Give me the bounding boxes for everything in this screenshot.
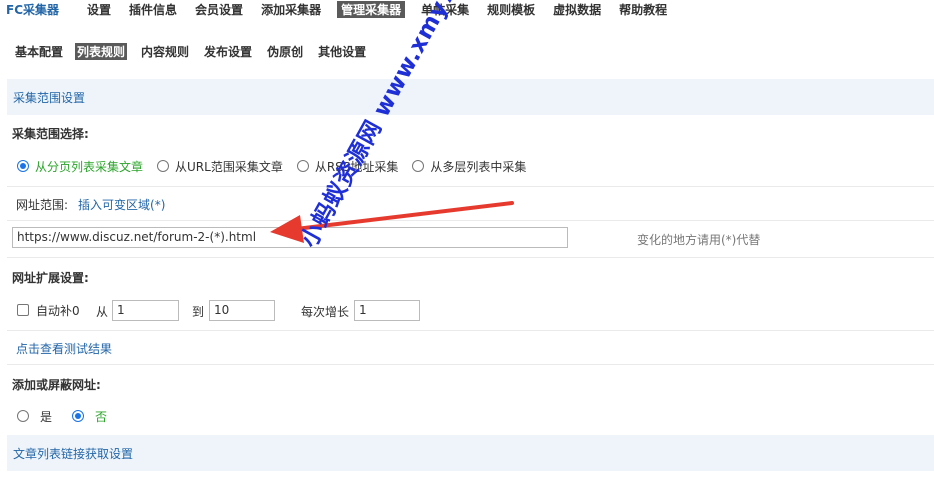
divider	[7, 186, 934, 187]
radio-no[interactable]	[72, 410, 85, 422]
to-label: 到	[192, 305, 205, 319]
url-range-input[interactable]: https://www.discuz.net/forum-2-(*).html	[12, 227, 568, 248]
step-input[interactable]: 1	[354, 300, 420, 321]
autofill-checkbox[interactable]	[17, 304, 29, 316]
scope-section-header: 采集范围设置	[7, 79, 934, 115]
nav-help[interactable]: 帮助教程	[617, 1, 669, 18]
add-block-label: 添加或屏蔽网址:	[12, 378, 101, 392]
divider	[7, 220, 934, 221]
nav-rule-templates[interactable]: 规则模板	[485, 1, 537, 18]
radio-multi-list-label: 从多层列表中采集	[430, 159, 527, 174]
radio-paged-list-label: 从分页列表采集文章	[35, 159, 144, 174]
autofill-row: 自动补0	[17, 302, 80, 318]
nav-plugin-info[interactable]: 插件信息	[127, 1, 179, 18]
radio-yes-label: 是	[40, 409, 53, 424]
url-extend-label: 网址扩展设置:	[12, 271, 89, 285]
divider	[7, 257, 934, 258]
nav-member-settings[interactable]: 会员设置	[193, 1, 245, 18]
nav-virtual-data[interactable]: 虚拟数据	[551, 1, 603, 18]
test-link-row: 点击查看测试结果	[16, 340, 112, 356]
radio-url-range[interactable]	[157, 160, 170, 172]
from-input[interactable]: 1	[112, 300, 179, 321]
scope-select-label: 采集范围选择:	[12, 127, 89, 141]
divider	[7, 364, 934, 365]
nav-manage-collector[interactable]: 管理采集器	[337, 0, 406, 18]
add-block-radio-group: 是 否	[17, 408, 121, 424]
url-range-hint: 变化的地方请用(*)代替	[637, 233, 761, 247]
to-input[interactable]: 10	[209, 300, 275, 321]
brand-logo: FC采集器	[6, 2, 60, 17]
tab-basic-config[interactable]: 基本配置	[14, 43, 64, 60]
tab-content-rules[interactable]: 内容规则	[140, 43, 190, 60]
tab-publish-settings[interactable]: 发布设置	[203, 43, 253, 60]
radio-rss[interactable]	[296, 160, 309, 172]
step-label: 每次增长	[301, 305, 350, 319]
link-section-header: 文章列表链接获取设置	[7, 435, 934, 471]
radio-url-range-label: 从URL范围采集文章	[175, 159, 283, 174]
tab-other-settings[interactable]: 其他设置	[317, 43, 367, 60]
view-test-result-link[interactable]: 点击查看测试结果	[16, 340, 112, 357]
url-range-row: 网址范围: 插入可变区域(*)	[16, 196, 165, 212]
insert-variable-link[interactable]: 插入可变区域(*)	[78, 196, 165, 213]
divider	[7, 330, 934, 331]
radio-no-label: 否	[95, 409, 108, 424]
radio-yes[interactable]	[17, 410, 29, 422]
url-range-label: 网址范围:	[16, 197, 69, 212]
sub-tabs: 基本配置 列表规则 内容规则 发布设置 伪原创 其他设置	[0, 42, 367, 60]
radio-paged-list[interactable]	[17, 160, 29, 172]
tab-pseudo-original[interactable]: 伪原创	[266, 43, 304, 60]
nav-add-collector[interactable]: 添加采集器	[259, 1, 323, 18]
autofill-label: 自动补0	[36, 303, 80, 318]
nav-settings[interactable]: 设置	[85, 1, 113, 18]
scope-radio-group: 从分页列表采集文章 从URL范围采集文章 从RSS地址采集 从多层列表中采集	[17, 158, 540, 174]
watermark-text: 小蚂蚁资源网 www.xmy7.com	[296, 0, 493, 252]
tab-list-rules[interactable]: 列表规则	[75, 42, 128, 60]
radio-multi-list[interactable]	[412, 160, 425, 172]
top-nav: FC采集器 设置 插件信息 会员设置 添加采集器 管理采集器 单帖采集 规则模板…	[0, 0, 934, 18]
from-label: 从	[96, 305, 109, 319]
